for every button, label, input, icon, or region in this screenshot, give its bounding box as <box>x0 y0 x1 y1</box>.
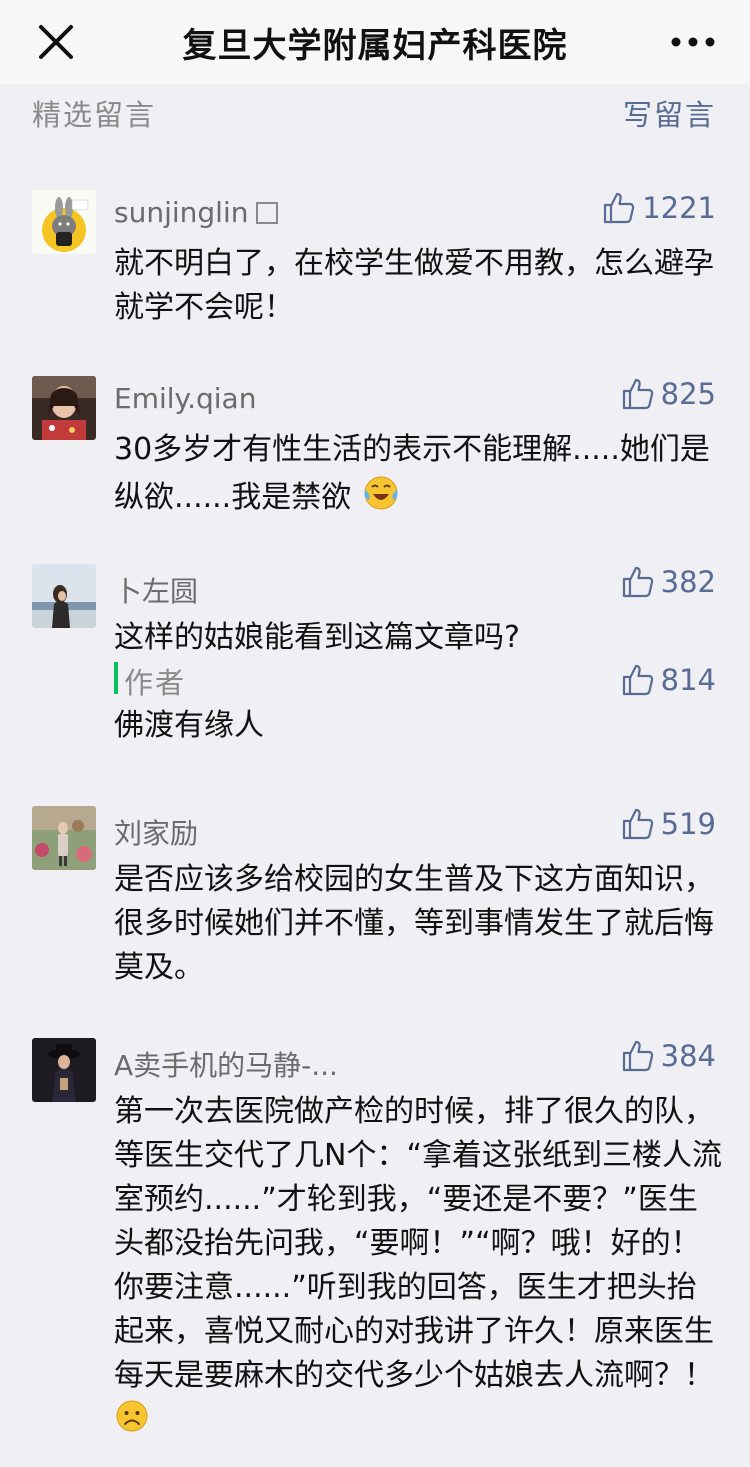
avatar[interactable] <box>32 376 96 440</box>
comment-text: 就不明白了，在校学生做爱不用教，怎么避孕就学不会呢！ <box>114 246 714 325</box>
author-reply-text: 佛渡有缘人 <box>114 708 264 743</box>
nickname-text: sunjinglin <box>114 196 249 229</box>
garden-photo-avatar-icon <box>32 806 96 870</box>
comment-nickname[interactable]: 刘家励 <box>114 812 198 852</box>
cartoon-bunny-avatar-icon <box>32 190 96 254</box>
badge-box-icon <box>256 202 279 224</box>
comment-text: 第一次去医院做产检的时候，排了很久的队，等医生交代了几N个：“拿着这张纸到三楼人… <box>114 1090 724 1447</box>
comment-nickname[interactable]: sunjinglin <box>114 196 279 229</box>
selected-comments-label: 精选留言 <box>32 98 157 132</box>
sad-face-emoji-icon <box>114 1398 150 1447</box>
reply-like-button[interactable]: 814 <box>621 660 716 700</box>
like-button[interactable]: 1221 <box>602 188 716 228</box>
like-button[interactable]: 384 <box>621 1036 716 1076</box>
thumbs-up-icon <box>604 192 635 224</box>
thumbs-up-icon <box>622 664 653 696</box>
seaside-photo-avatar-icon <box>32 564 96 628</box>
avatar[interactable] <box>32 190 96 254</box>
like-count: 825 <box>660 377 716 411</box>
reply-like-count: 814 <box>660 663 716 697</box>
more-options-icon[interactable] <box>668 24 718 60</box>
like-count: 382 <box>660 565 716 599</box>
thumbs-up-icon <box>622 808 653 840</box>
comment-text: 是否应该多给校园的女生普及下这方面知识，很多时候她们并不懂，等到事情发生了就后悔… <box>114 862 714 985</box>
comment-text-body: 30多岁才有性生活的表示不能理解.....她们是纵欲......我是禁欲 <box>114 432 710 515</box>
woman-photo-avatar-icon <box>32 376 96 440</box>
like-button[interactable]: 825 <box>621 374 716 414</box>
comment-nickname[interactable]: A卖手机的马静-... <box>114 1044 338 1084</box>
like-button[interactable]: 382 <box>621 562 716 602</box>
page-title: 复旦大学附属妇产科医院 <box>182 26 568 66</box>
comment-text: 这样的姑娘能看到这篇文章吗? <box>114 620 520 655</box>
comment-nickname[interactable]: 卜左圆 <box>114 570 198 610</box>
avatar[interactable] <box>32 564 96 628</box>
write-comment-link[interactable]: 写留言 <box>623 92 716 134</box>
avatar[interactable] <box>32 806 96 870</box>
crying-laughing-emoji-icon <box>361 472 401 525</box>
like-button[interactable]: 519 <box>621 804 716 844</box>
comment-nickname[interactable]: Emily.qian <box>114 382 256 415</box>
author-reply-marker <box>114 662 118 694</box>
like-count: 384 <box>660 1039 716 1073</box>
author-reply-label: 作者 <box>124 666 187 700</box>
like-count: 1221 <box>642 191 716 225</box>
hat-woman-avatar-icon <box>32 1038 96 1102</box>
comment-text: 30多岁才有性生活的表示不能理解.....她们是纵欲......我是禁欲 <box>114 428 724 525</box>
comments-section-header: 精选留言 写留言 <box>32 92 716 132</box>
avatar[interactable] <box>32 1038 96 1102</box>
top-nav-bar: 复旦大学附属妇产科医院 <box>0 0 750 84</box>
thumbs-up-icon <box>622 566 653 598</box>
thumbs-up-icon <box>622 378 653 410</box>
comment-text-body: 第一次去医院做产检的时候，排了很久的队，等医生交代了几N个：“拿着这张纸到三楼人… <box>114 1094 722 1393</box>
like-count: 519 <box>660 807 716 841</box>
thumbs-up-icon <box>622 1040 653 1072</box>
